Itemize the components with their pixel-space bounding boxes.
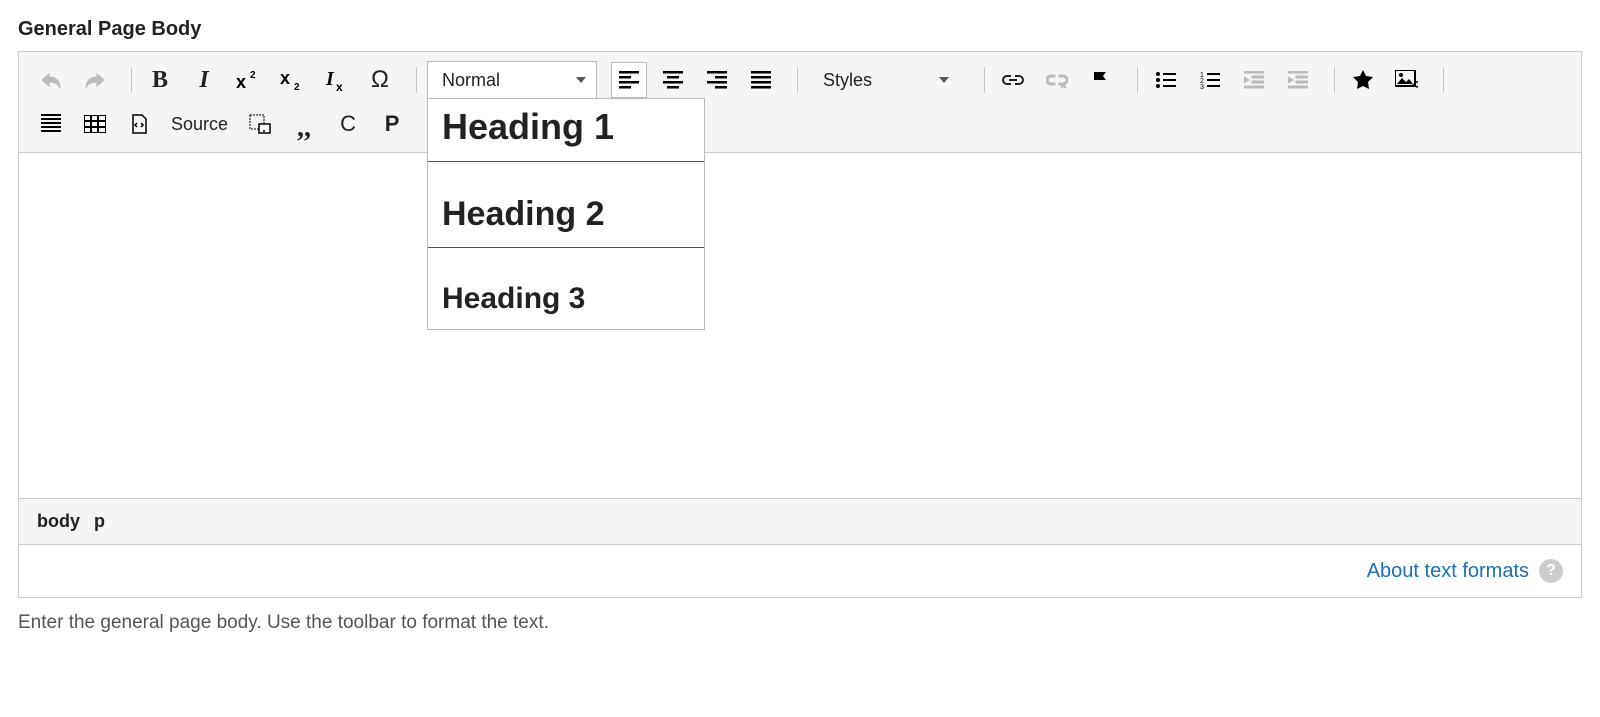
undo-button[interactable]: [33, 62, 69, 98]
source-button[interactable]: Source: [165, 106, 234, 142]
chevron-down-icon: [939, 77, 949, 83]
format-option-heading-2[interactable]: Heading 2: [428, 162, 704, 248]
unlink-button[interactable]: [1039, 62, 1075, 98]
align-justify-button[interactable]: [743, 62, 779, 98]
link-icon: [1002, 73, 1024, 87]
p-button[interactable]: P: [374, 106, 410, 142]
editor-content-area[interactable]: [19, 153, 1581, 498]
format-dropdown-label: Normal: [442, 70, 500, 91]
format-option-heading-1[interactable]: Heading 1: [428, 99, 704, 162]
svg-text:x: x: [336, 80, 343, 91]
toolbar-separator: [1334, 67, 1335, 93]
format-option-heading-3[interactable]: Heading 3: [428, 248, 704, 329]
subscript-button[interactable]: x2: [274, 62, 310, 98]
toolbar-separator: [1137, 67, 1138, 93]
media-button[interactable]: [1389, 62, 1425, 98]
remove-format-icon: Ix: [324, 69, 348, 91]
path-item-body[interactable]: body: [37, 511, 80, 532]
svg-text:2: 2: [250, 70, 256, 81]
omega-icon: Ω: [371, 66, 389, 94]
source-icon-button[interactable]: [121, 106, 157, 142]
align-left-button[interactable]: [611, 62, 647, 98]
italic-icon: I: [199, 67, 208, 94]
svg-text:x: x: [236, 72, 246, 90]
chevron-down-icon: [576, 77, 586, 83]
subscript-icon: x2: [280, 70, 304, 90]
show-blocks-icon: [249, 114, 271, 134]
show-blocks-button[interactable]: [242, 106, 278, 142]
svg-text:3: 3: [1200, 84, 1204, 89]
styles-dropdown[interactable]: Styles: [808, 61, 960, 99]
align-center-icon: [663, 71, 683, 89]
element-path-bar: body p: [19, 498, 1581, 544]
unlink-icon: [1046, 72, 1068, 88]
bold-icon: B: [152, 67, 168, 94]
toolbar-separator: [131, 67, 132, 93]
svg-text:I: I: [325, 69, 335, 90]
link-button[interactable]: [995, 62, 1031, 98]
numbered-list-icon: 123: [1200, 71, 1220, 89]
about-text-formats-link[interactable]: About text formats: [1367, 560, 1529, 583]
format-dropdown-panel: Heading 1 Heading 2 Heading 3: [427, 98, 705, 330]
letter-p-icon: P: [385, 111, 400, 137]
toolbar-separator: [416, 67, 417, 93]
justify-block-button[interactable]: [33, 106, 69, 142]
superscript-button[interactable]: x2: [230, 62, 266, 98]
star-button[interactable]: [1345, 62, 1381, 98]
table-icon: [84, 115, 106, 133]
editor-container: B I x2 x2 Ix Ω Normal Heading 1 Heading …: [18, 51, 1582, 598]
toolbar: B I x2 x2 Ix Ω Normal Heading 1 Heading …: [19, 52, 1581, 153]
path-item-p[interactable]: p: [94, 511, 105, 532]
align-center-button[interactable]: [655, 62, 691, 98]
svg-text:2: 2: [294, 82, 300, 90]
bold-button[interactable]: B: [142, 62, 178, 98]
redo-button[interactable]: [77, 62, 113, 98]
special-char-button[interactable]: Ω: [362, 62, 398, 98]
lines-icon: [41, 114, 61, 134]
c-button[interactable]: C: [330, 106, 366, 142]
toolbar-row-2: Source ,, C P: [33, 102, 1567, 146]
align-justify-icon: [751, 71, 771, 89]
styles-dropdown-label: Styles: [823, 70, 872, 91]
anchor-button[interactable]: [1083, 62, 1119, 98]
field-label: General Page Body: [18, 18, 1582, 41]
indent-icon: [1288, 71, 1308, 89]
table-button[interactable]: [77, 106, 113, 142]
toolbar-separator: [1443, 67, 1444, 93]
numbered-list-button[interactable]: 123: [1192, 62, 1228, 98]
toolbar-separator: [984, 67, 985, 93]
align-right-button[interactable]: [699, 62, 735, 98]
format-footer: About text formats ?: [19, 544, 1581, 597]
toolbar-row-1: B I x2 x2 Ix Ω Normal Heading 1 Heading …: [33, 58, 1567, 102]
italic-button[interactable]: I: [186, 62, 222, 98]
field-description: Enter the general page body. Use the too…: [18, 612, 1582, 634]
outdent-icon: [1244, 71, 1264, 89]
bulleted-list-icon: [1156, 71, 1176, 89]
svg-text:x: x: [280, 70, 290, 88]
star-icon: [1352, 69, 1374, 91]
outdent-button[interactable]: [1236, 62, 1272, 98]
document-code-icon: [129, 114, 149, 134]
align-left-icon: [619, 71, 639, 89]
toolbar-separator: [797, 67, 798, 93]
blockquote-button[interactable]: ,,: [286, 106, 322, 142]
indent-button[interactable]: [1280, 62, 1316, 98]
letter-c-icon: C: [340, 111, 356, 137]
flag-icon: [1091, 70, 1111, 90]
bulleted-list-button[interactable]: [1148, 62, 1184, 98]
superscript-icon: x2: [236, 70, 260, 90]
align-right-icon: [707, 71, 727, 89]
media-icon: [1395, 70, 1419, 90]
help-icon[interactable]: ?: [1539, 559, 1563, 583]
format-dropdown[interactable]: Normal Heading 1 Heading 2 Heading 3: [427, 61, 597, 99]
remove-format-button[interactable]: Ix: [318, 62, 354, 98]
